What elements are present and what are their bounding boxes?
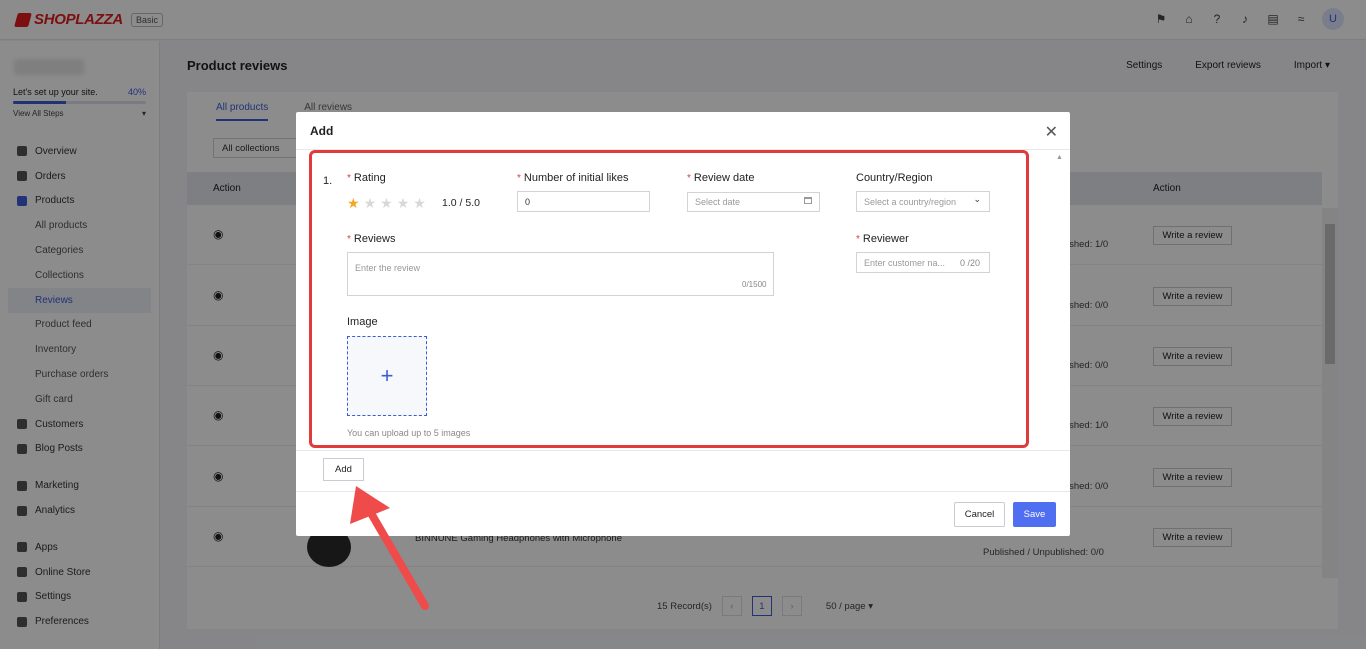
rating-label: * Rating <box>347 172 386 184</box>
reviewer-label: * Reviewer <box>856 233 909 245</box>
close-icon[interactable]: ✕ <box>1045 122 1058 142</box>
review-date-placeholder: Select date <box>695 197 741 207</box>
likes-input[interactable]: 0 <box>517 191 650 212</box>
reviews-label: * Reviews <box>347 233 396 245</box>
star-icon[interactable]: ★ <box>397 195 410 212</box>
add-review-button[interactable]: Add <box>323 458 364 481</box>
star-icon[interactable]: ★ <box>413 195 426 212</box>
scroll-up-icon[interactable]: ▲ <box>1056 154 1063 161</box>
review-date-label: * Review date <box>687 172 755 184</box>
star-icon[interactable]: ★ <box>364 195 377 212</box>
image-upload[interactable]: + <box>347 336 427 416</box>
reviewer-char-counter: 0 /20 <box>960 258 981 268</box>
country-placeholder: Select a country/region <box>864 196 957 207</box>
image-label: Image <box>347 316 378 328</box>
star-icon[interactable]: ★ <box>380 195 393 212</box>
likes-label: * Number of initial likes <box>517 172 629 184</box>
add-review-modal: Add ✕ ▲ 1. * Rating ★ ★ ★ ★ ★ 1.0 / 5.0 *… <box>296 112 1070 536</box>
rating-value: 1.0 / 5.0 <box>442 197 480 209</box>
review-index: 1. <box>323 175 333 187</box>
rating-stars[interactable]: ★ ★ ★ ★ ★ <box>347 195 426 212</box>
plus-icon: + <box>380 363 394 388</box>
cancel-button[interactable]: Cancel <box>954 502 1005 527</box>
modal-scrollbar[interactable]: ▲ <box>1054 152 1066 450</box>
review-placeholder: Enter the review <box>355 263 421 273</box>
review-date-picker[interactable]: Select date <box>687 192 820 212</box>
chevron-down-icon: ⌄ <box>973 194 981 204</box>
country-label: Country/Region <box>856 172 933 184</box>
review-textarea[interactable]: Enter the review <box>347 252 774 296</box>
modal-title: Add <box>310 124 334 138</box>
review-char-counter: 0/1500 <box>742 280 767 289</box>
calendar-icon <box>804 197 812 204</box>
reviewer-placeholder: Enter customer na... <box>864 257 946 268</box>
country-select[interactable]: Select a country/region ⌄ <box>856 191 990 212</box>
star-icon[interactable]: ★ <box>347 195 360 212</box>
likes-value: 0 <box>525 196 531 207</box>
save-button[interactable]: Save <box>1013 502 1056 527</box>
upload-hint: You can upload up to 5 images <box>347 428 471 438</box>
